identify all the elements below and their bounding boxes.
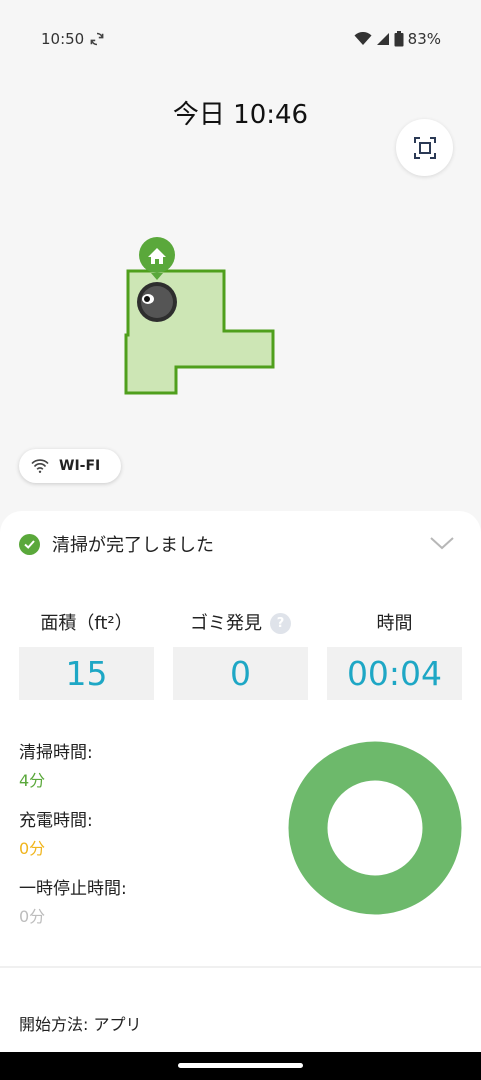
divider (0, 966, 481, 968)
check-icon (19, 533, 40, 555)
battery-percent: 83% (407, 30, 441, 48)
start-method: 開始方法: アプリ (19, 1015, 142, 1034)
debris-label: ゴミ発見? (173, 609, 308, 635)
sync-icon (90, 32, 104, 46)
stats-labels: 面積（ft²） ゴミ発見? 時間 (19, 609, 463, 635)
paused-time-value: 0分 (19, 907, 46, 926)
wifi-icon (354, 32, 372, 45)
area-value: 15 (19, 647, 154, 700)
debris-value: 0 (173, 647, 308, 700)
status-bar: 10:50 83% (0, 0, 481, 78)
connection-label: WI-FI (59, 458, 101, 474)
connection-chip[interactable]: WI-FI (19, 449, 121, 483)
home-gesture-handle[interactable] (178, 1063, 303, 1068)
wifi-icon (31, 459, 49, 473)
navigation-bar (0, 1052, 481, 1080)
charging-time-value: 0分 (19, 839, 46, 858)
summary-header[interactable]: 清掃が完了しました (19, 529, 459, 559)
charging-time-label: 充電時間: (19, 811, 93, 831)
chevron-down-icon[interactable] (429, 535, 455, 551)
cleaning-map[interactable] (110, 236, 290, 406)
help-icon[interactable]: ? (270, 613, 291, 634)
summary-status: 清掃が完了しました (52, 535, 214, 556)
summary-sheet: 清掃が完了しました 面積（ft²） ゴミ発見? 時間 15 0 00:04 清掃… (0, 511, 481, 1052)
donut-cleaning-segment (288, 741, 462, 915)
duration-value: 00:04 (327, 647, 462, 700)
duration-label: 時間 (376, 613, 413, 634)
battery-icon (394, 31, 404, 47)
signal-icon (376, 33, 389, 45)
fit-map-button[interactable] (396, 119, 453, 176)
robot-icon (137, 282, 177, 322)
cleaning-time-label: 清掃時間: (19, 743, 93, 763)
fit-screen-icon (413, 136, 436, 159)
paused-time-label: 一時停止時間: (19, 879, 127, 899)
area-label: 面積（ft²） (40, 613, 133, 634)
status-right: 83% (354, 30, 441, 48)
time-donut-chart (288, 741, 462, 915)
cleaning-time-value: 4分 (19, 771, 46, 790)
status-time: 10:50 (41, 30, 85, 48)
